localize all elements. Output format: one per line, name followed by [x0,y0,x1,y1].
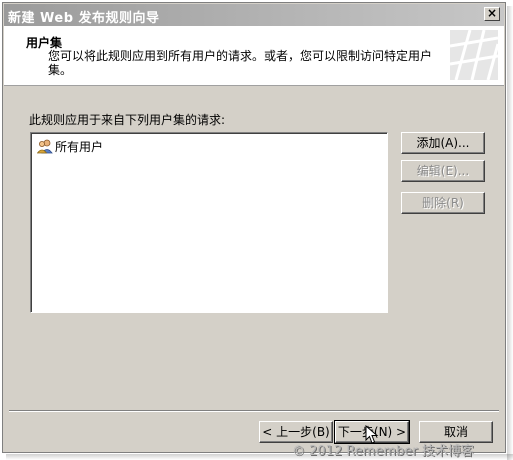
delete-button[interactable]: 删除(R) [401,192,485,214]
edit-button[interactable]: 编辑(E)... [401,160,485,182]
watermark: © 2012 Remember 技术博客 [292,444,474,459]
list-item-label: 所有用户 [55,139,104,154]
add-button[interactable]: 添加(A)... [401,132,485,154]
wizard-graphic-icon [450,30,498,80]
close-button[interactable]: × [484,7,500,21]
list-label: 此规则应用于来自下列用户集的请求: [29,113,226,127]
window-shadow-right [507,6,513,460]
user-group-icon [37,139,53,154]
page-description: 您可以将此规则应用到所有用户的请求。或者，您可以限制访问特定用户集。 [48,49,433,77]
footer-separator [9,410,499,412]
wizard-dialog: 新建 Web 发布规则向导 × 用户集 您可以将此规则应用到所有用户的请求。或者… [2,2,506,453]
wizard-header: 用户集 您可以将此规则应用到所有用户的请求。或者，您可以限制访问特定用户集。 [4,26,504,86]
window-title: 新建 Web 发布规则向导 [8,11,160,26]
title-bar: 新建 Web 发布规则向导 × [4,4,504,26]
list-item[interactable]: 所有用户 [37,138,103,154]
user-set-list[interactable]: 所有用户 [30,132,388,313]
